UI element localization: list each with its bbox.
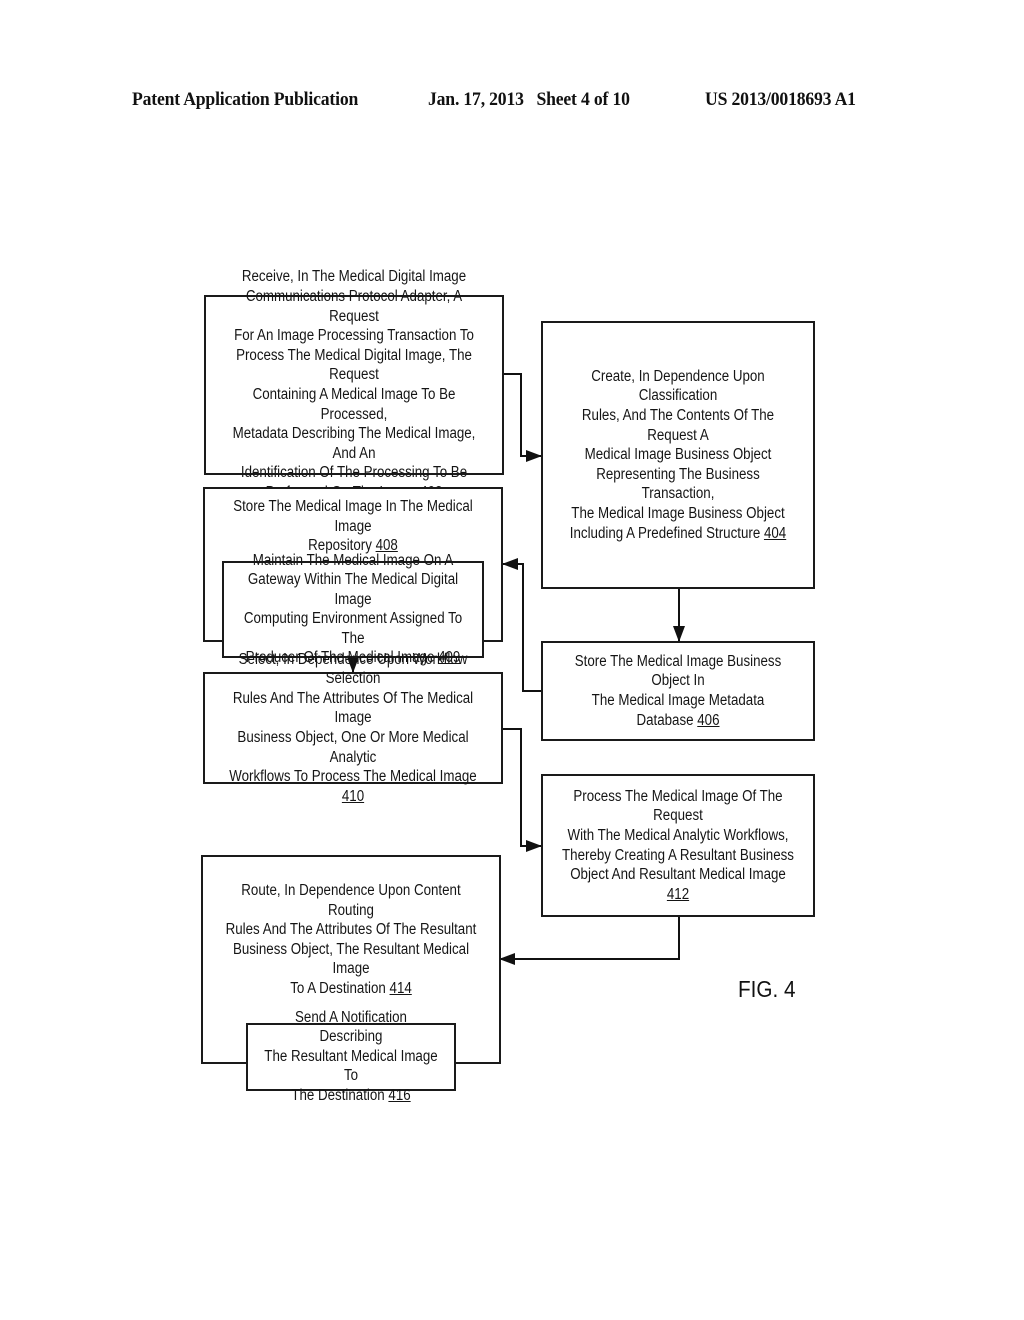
step-404-box: Create, In Dependence Upon Classificatio… <box>541 321 815 589</box>
connector-410-to-412 <box>503 728 542 852</box>
step-408-text: Store The Medical Image In The Medical I… <box>233 498 473 555</box>
connector-406-to-408 <box>502 558 541 692</box>
patent-number: US 2013/0018693 A1 <box>705 89 856 110</box>
step-410-text: Select, In Dependence Upon Workflow Sele… <box>229 650 477 805</box>
step-412-ref: 412 <box>666 885 690 903</box>
step-416-text: Send A Notification Describing The Resul… <box>264 1008 438 1104</box>
figure-label: FIG. 4 <box>738 976 796 1002</box>
step-416-box: Send A Notification Describing The Resul… <box>246 1009 456 1104</box>
step-412-text: Process The Medical Image Of The Request… <box>562 787 794 903</box>
step-404-ref: 404 <box>763 524 787 542</box>
connector-402-to-404 <box>504 373 542 462</box>
step-406-box: Store The Medical Image Business Object … <box>541 641 815 741</box>
step-410-box: Select, In Dependence Upon Workflow Sele… <box>203 651 503 805</box>
publication-date-sheet: Jan. 17, 2013 Sheet 4 of 10 <box>428 89 630 110</box>
step-412-box: Process The Medical Image Of The Request… <box>541 774 815 917</box>
publication-title: Patent Application Publication <box>132 89 359 110</box>
step-410-ref: 410 <box>341 787 365 805</box>
step-414-box: Route, In Dependence Upon Content Routin… <box>201 855 501 1104</box>
step-414-ref: 414 <box>389 979 412 997</box>
step-402-text: Receive, In The Medical Digital Image Co… <box>227 267 482 502</box>
step-406-text: Store The Medical Image Business Object … <box>574 652 782 729</box>
step-408-box: Store The Medical Image In The Medical I… <box>203 487 503 666</box>
step-416-ref: 416 <box>388 1086 411 1104</box>
step-406-ref: 406 <box>697 711 720 729</box>
step-404-text: Create, In Dependence Upon Classificatio… <box>569 367 787 542</box>
flow-connectors <box>347 373 685 965</box>
step-402-box: Receive, In The Medical Digital Image Co… <box>204 268 504 501</box>
step-414-text: Route, In Dependence Upon Content Routin… <box>225 882 477 997</box>
step-409-box: Maintain The Medical Image On A Gateway … <box>222 552 484 666</box>
connector-412-to-414 <box>499 917 680 965</box>
